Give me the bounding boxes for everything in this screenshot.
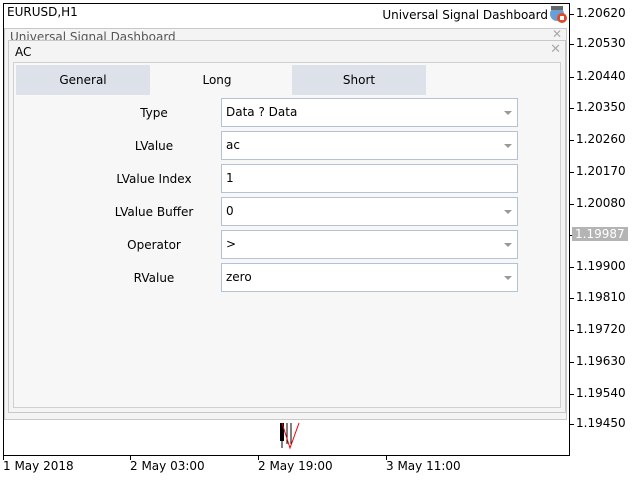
lvalue-label: LValue — [134, 139, 174, 153]
price-label: 1.19450 — [576, 416, 626, 430]
price-label: 1.20170 — [576, 164, 626, 178]
price-label: 1.20620 — [576, 6, 626, 20]
current-price-label: 1.19987 — [572, 227, 628, 241]
price-tick — [570, 44, 574, 45]
price-tick — [570, 298, 574, 299]
price-label: 1.20530 — [576, 36, 626, 50]
operator-label: Operator — [127, 238, 181, 252]
candles — [280, 422, 300, 450]
tab-short[interactable]: Short — [292, 65, 426, 95]
lvalue-index-input[interactable]: 1 — [221, 164, 518, 193]
price-label: 1.19810 — [576, 290, 626, 304]
type-label: Type — [140, 106, 168, 120]
operator-value: > — [226, 237, 237, 251]
type-dropdown[interactable]: Data ? Data — [221, 98, 518, 127]
operator-dropdown[interactable]: > — [221, 230, 518, 259]
rvalue-label: RValue — [133, 271, 175, 285]
tab-long[interactable]: Long — [150, 65, 284, 95]
dialog-title: AC — [15, 45, 32, 59]
time-label: 2 May 03:00 — [130, 459, 205, 473]
chevron-down-icon[interactable] — [504, 144, 512, 148]
lvalue-buffer-value: 0 — [226, 204, 234, 218]
chart-symbol: EURUSD,H1 — [7, 5, 78, 19]
rvalue-dropdown[interactable]: zero — [221, 263, 518, 292]
indicator-name: Universal Signal Dashboard — [382, 8, 548, 22]
tab-general[interactable]: General — [16, 65, 150, 95]
lvalue-index-label: LValue Index — [116, 172, 192, 186]
rvalue-value: zero — [226, 270, 252, 284]
time-label: 1 May 2018 — [3, 459, 74, 473]
chevron-down-icon[interactable] — [504, 276, 512, 280]
price-tick — [570, 330, 574, 331]
price-tick — [570, 14, 574, 15]
time-label: 3 May 11:00 — [386, 459, 461, 473]
lvalue-dropdown[interactable]: ac — [221, 131, 518, 160]
type-value: Data ? Data — [226, 105, 298, 119]
price-label: 1.19630 — [576, 354, 626, 368]
outer-close-icon[interactable]: ✕ — [552, 27, 562, 41]
price-tick — [570, 362, 574, 363]
ac-dialog: AC ✕ General Long Short Type Data ? Data… — [8, 40, 566, 413]
price-label: 1.20350 — [576, 100, 626, 114]
lvalue-index-value: 1 — [226, 171, 234, 185]
price-tick — [570, 140, 574, 141]
lvalue-buffer-label: LValue Buffer — [114, 205, 194, 219]
lvalue-value: ac — [226, 138, 240, 152]
chevron-down-icon[interactable] — [504, 243, 512, 247]
price-tick — [570, 424, 574, 425]
price-tick — [570, 267, 574, 268]
price-tick — [570, 394, 574, 395]
price-label: 1.20080 — [576, 196, 626, 210]
close-icon[interactable]: ✕ — [550, 42, 561, 57]
price-tick — [570, 172, 574, 173]
price-label: 1.19900 — [576, 259, 626, 273]
price-tick — [570, 108, 574, 109]
price-label: 1.20440 — [576, 69, 626, 83]
chevron-down-icon[interactable] — [504, 111, 512, 115]
price-label: 1.19540 — [576, 386, 626, 400]
indicator-icon[interactable] — [548, 4, 568, 24]
lvalue-buffer-dropdown[interactable]: 0 — [221, 197, 518, 226]
chevron-down-icon[interactable] — [504, 210, 512, 214]
price-label: 1.20260 — [576, 132, 626, 146]
price-tick — [570, 204, 574, 205]
price-tick — [570, 77, 574, 78]
time-label: 2 May 19:00 — [258, 459, 333, 473]
price-label: 1.19720 — [576, 322, 626, 336]
dialog-panel: General Long Short Type Data ? Data LValu… — [13, 62, 561, 408]
